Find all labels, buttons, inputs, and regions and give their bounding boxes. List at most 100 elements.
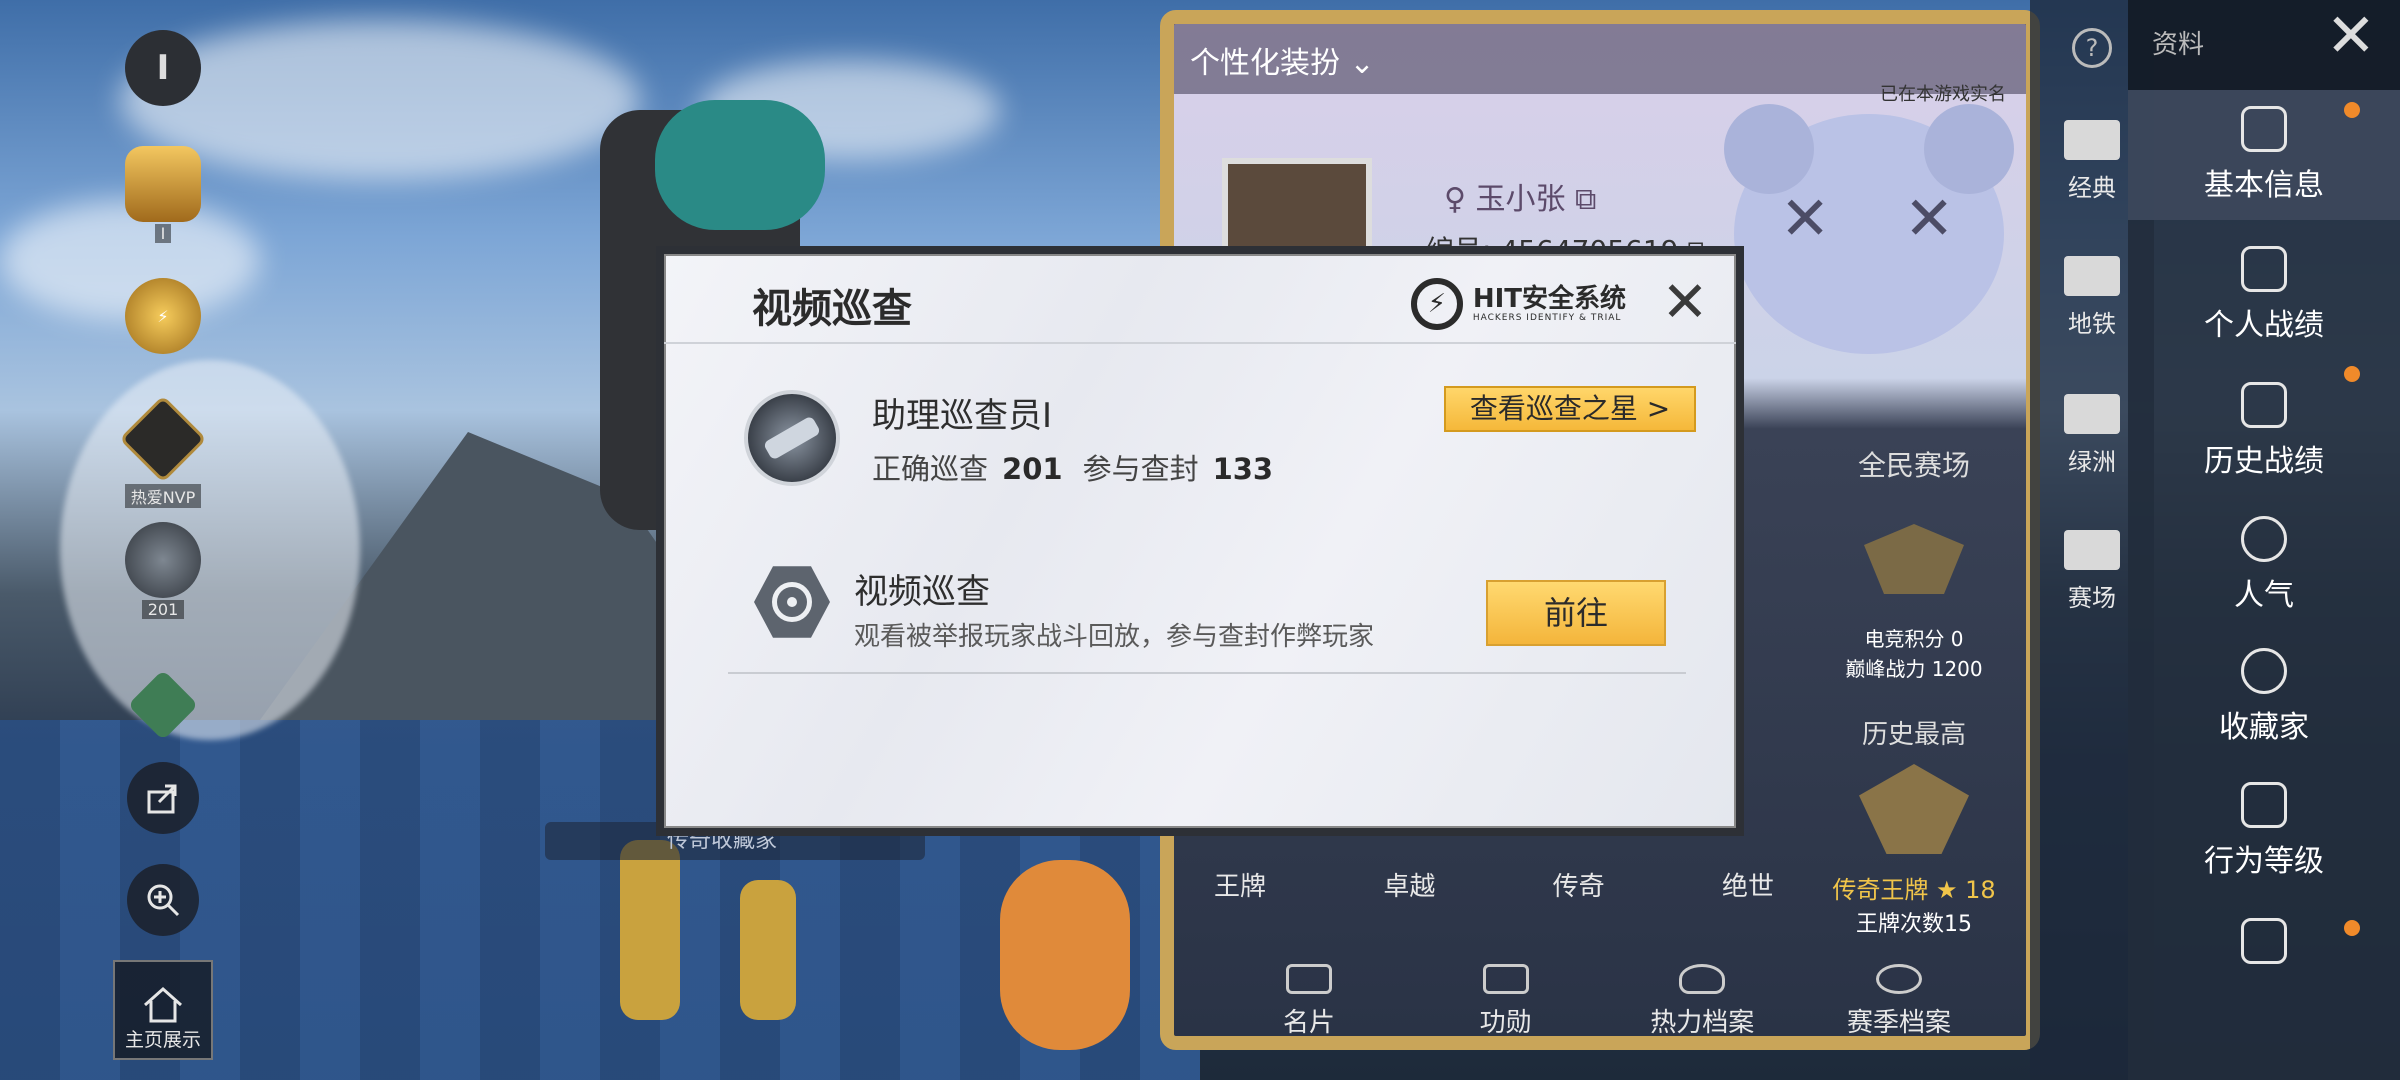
profile-top-label: 资料 <box>2152 30 2205 60</box>
participate-ban-label: 参与查封 <box>1082 452 1199 486</box>
character-hat <box>655 100 825 230</box>
tab-merit[interactable]: 功勋 <box>1411 964 1601 1039</box>
dragon-mount <box>60 360 360 740</box>
home-display-box: 主页展示 <box>113 960 213 1060</box>
nav-popularity[interactable]: 人气 <box>2128 500 2400 630</box>
player-name: ♀ 玉小张 ⧉ <box>1444 182 1597 217</box>
rank-peerless: 绝世 <box>1721 872 1774 902</box>
character-boot <box>620 840 680 1020</box>
help-icon: ? <box>2072 28 2112 68</box>
level-badge[interactable] <box>118 669 208 741</box>
notification-dot <box>2344 920 2360 936</box>
history-icon <box>2241 382 2287 428</box>
stats-icon <box>2241 246 2287 292</box>
classic-icon <box>2064 120 2120 160</box>
esports-score: 电竞积分 0 <box>1864 627 1964 651</box>
correct-patrol-value: 201 <box>1002 452 1063 486</box>
rank-display: 传奇王牌 ★ 18 <box>1832 876 1996 904</box>
hit-logo-icon: ⚡ <box>1410 278 1463 330</box>
rank-badge[interactable]: I <box>118 146 208 243</box>
go-button[interactable]: 前往 <box>1486 580 1666 646</box>
ace-count: 王牌次数15 <box>1856 912 1972 937</box>
user-icon <box>2241 106 2287 152</box>
title-divider <box>664 342 1736 344</box>
tiger-pet <box>1000 860 1130 1050</box>
mode-label: 全民赛场 <box>1857 449 1970 482</box>
bear-mascot: ✕ ✕ <box>1724 104 2014 354</box>
rank-legend: 传奇 <box>1552 872 1605 902</box>
nav-collector[interactable]: 收藏家 <box>2128 632 2400 762</box>
tab-season-archive[interactable]: 赛季档案 <box>1804 964 1994 1039</box>
shield-icon <box>2241 782 2287 828</box>
tier-badge[interactable]: I <box>118 30 208 106</box>
participate-ban-value: 133 <box>1212 452 1274 486</box>
oasis-icon <box>2064 394 2120 434</box>
peak-power: 巅峰战力 1200 <box>1845 657 1983 681</box>
patrol-stats: 正确巡查 201 参与查封 133 <box>872 446 1293 488</box>
rank-ace: 王牌 <box>1214 872 1267 902</box>
nav-behavior-level[interactable]: 行为等级 <box>2128 766 2400 896</box>
card-icon <box>1286 964 1332 994</box>
profile-nav-top: 资料 ✕ <box>2128 0 2400 90</box>
metro-icon <box>2064 256 2120 296</box>
zoom-button[interactable] <box>118 864 208 936</box>
binoculars-icon <box>762 415 822 461</box>
zoom-in-icon <box>127 864 199 936</box>
rank-badge-icon <box>125 146 201 222</box>
close-dialog-button[interactable]: ✕ <box>1656 274 1714 332</box>
profile-nav: 基本信息 个人战绩 历史战绩 人气 收藏家 行为等级 <box>2128 0 2400 1080</box>
lightning-badge-icon: ⚡ <box>125 278 201 354</box>
view-patrol-star-button[interactable]: 查看巡查之星 > <box>1444 386 1696 432</box>
nvp-badge-icon <box>119 395 207 483</box>
home-icon <box>144 986 182 1023</box>
hit-logo-text: HIT安全系统 HACKERS IDENTIFY & TRIAL <box>1473 285 1626 323</box>
collector-icon <box>2241 648 2287 694</box>
bear-ear <box>1724 104 1814 194</box>
crosshair-icon <box>754 566 830 638</box>
bear-eye: ✕ <box>1904 184 1955 254</box>
level-badge-icon <box>127 669 199 741</box>
merit-icon <box>1482 964 1529 994</box>
task-description: 观看被举报玩家战斗回放，参与查封作弊玩家 <box>854 622 1375 652</box>
nav-extra[interactable] <box>2128 880 2400 1010</box>
document-icon <box>2241 918 2287 964</box>
dialog-title: 视频巡查 <box>752 286 912 332</box>
flame-icon <box>1679 964 1726 994</box>
rank-badge-caption: I <box>154 224 172 243</box>
patrol-badge[interactable]: 201 <box>118 522 208 619</box>
lightning-badge[interactable]: ⚡ <box>118 278 208 354</box>
realname-label: 已在本游戏实名 <box>1880 84 2006 105</box>
share-icon <box>127 762 199 834</box>
persona-dropdown[interactable]: 个性化装扮 ⌄ <box>1190 38 1375 82</box>
profile-tabs: 名片 功勋 热力档案 赛季档案 <box>1214 964 1994 1039</box>
hit-logo-subtitle: HACKERS IDENTIFY & TRIAL <box>1472 313 1622 323</box>
history-high-label: 历史最高 <box>1861 720 1966 750</box>
close-profile-button[interactable]: ✕ <box>2326 6 2376 66</box>
video-patrol-dialog: 视频巡查 ⚡ HIT安全系统 HACKERS IDENTIFY & TRIAL … <box>656 246 1744 836</box>
home-display-label: 主页展示 <box>124 1029 201 1051</box>
nav-history-record[interactable]: 历史战绩 <box>2128 366 2400 496</box>
share-button[interactable] <box>118 762 208 834</box>
notification-dot <box>2344 366 2360 382</box>
legend-ace-emblem <box>1834 764 1994 864</box>
patrol-rank-title: 助理巡查员I <box>872 396 1053 436</box>
hit-logo-title: HIT安全系统 <box>1472 284 1626 314</box>
nvp-badge[interactable]: 热爱NVP <box>118 395 208 508</box>
tab-heat-archive[interactable]: 热力档案 <box>1607 964 1797 1039</box>
season-icon <box>1875 964 1922 994</box>
hit-logo: ⚡ HIT安全系统 HACKERS IDENTIFY & TRIAL <box>1410 276 1626 332</box>
nvp-badge-caption: 热爱NVP <box>124 484 202 508</box>
home-display-button[interactable]: 主页展示 <box>108 960 218 1060</box>
rank-excellence: 卓越 <box>1383 872 1436 902</box>
correct-patrol-label: 正确巡查 <box>872 452 989 486</box>
bear-eye: ✕ <box>1780 184 1831 254</box>
nav-personal-record[interactable]: 个人战绩 <box>2128 230 2400 360</box>
task-title: 视频巡查 <box>854 572 990 612</box>
patrol-badge-caption: 201 <box>141 600 185 619</box>
popularity-icon <box>2241 516 2287 562</box>
ranks-row: 王牌 卓越 传奇 绝世 <box>1214 866 1774 903</box>
esports-stats: 电竞积分 0 巅峰战力 1200 <box>1804 624 2024 684</box>
esports-emblem <box>1824 524 2004 634</box>
tab-card[interactable]: 名片 <box>1214 964 1404 1039</box>
bear-ear <box>1924 104 2014 194</box>
